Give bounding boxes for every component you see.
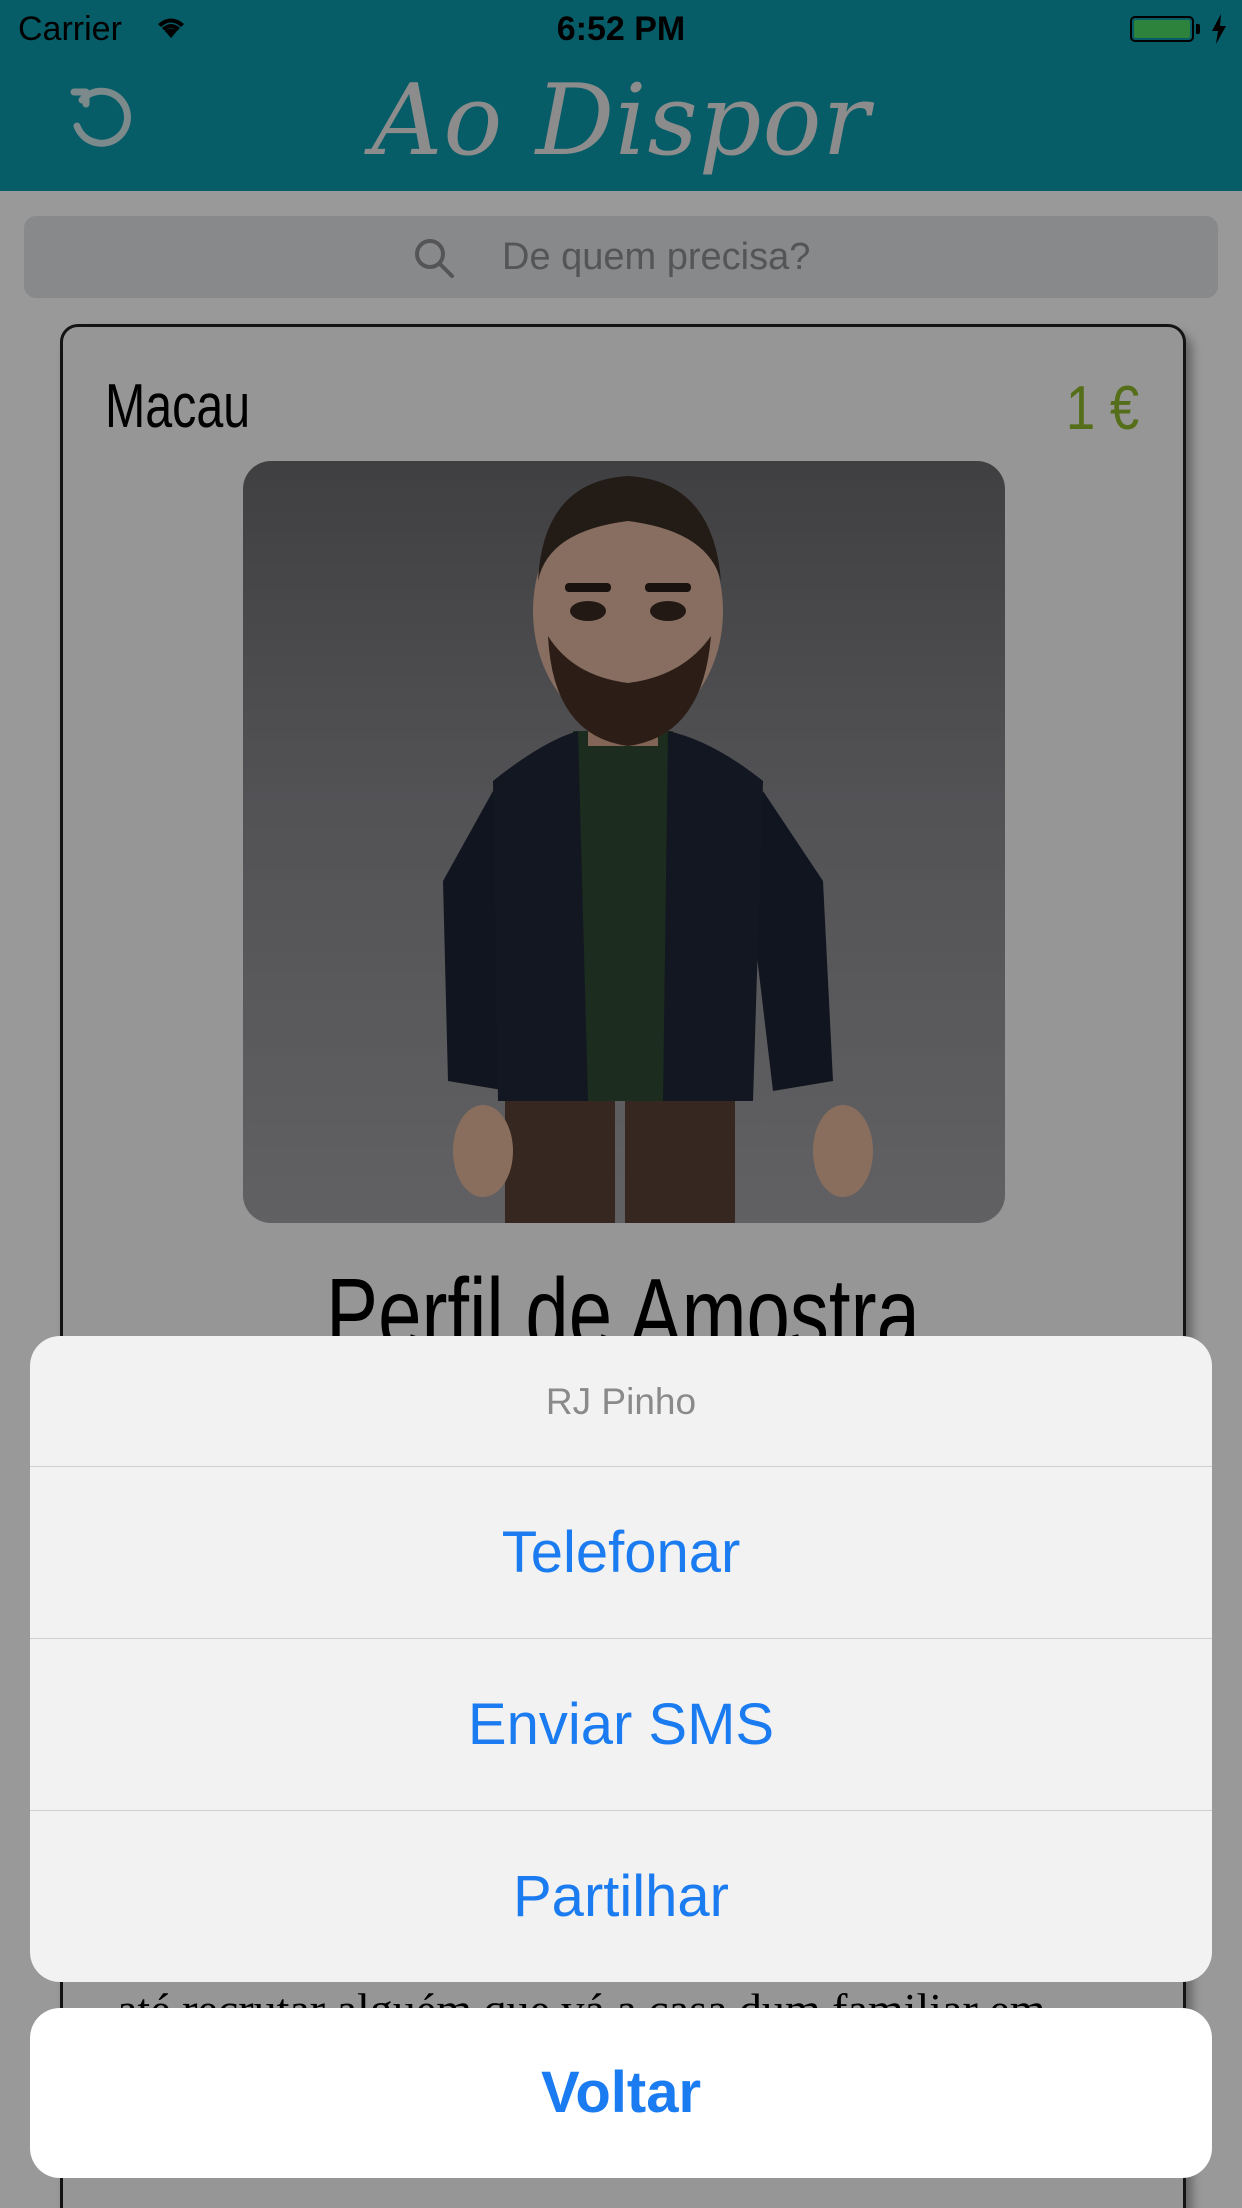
call-button[interactable]: Telefonar <box>30 1467 1212 1639</box>
action-sheet-title: RJ Pinho <box>30 1336 1212 1467</box>
share-button[interactable]: Partilhar <box>30 1811 1212 1982</box>
send-sms-button[interactable]: Enviar SMS <box>30 1639 1212 1811</box>
action-sheet: RJ Pinho Telefonar Enviar SMS Partilhar <box>30 1336 1212 1982</box>
app-screen: Carrier 6:52 PM Ao Dispor De quem precis… <box>0 0 1242 2208</box>
cancel-button[interactable]: Voltar <box>30 2008 1212 2178</box>
